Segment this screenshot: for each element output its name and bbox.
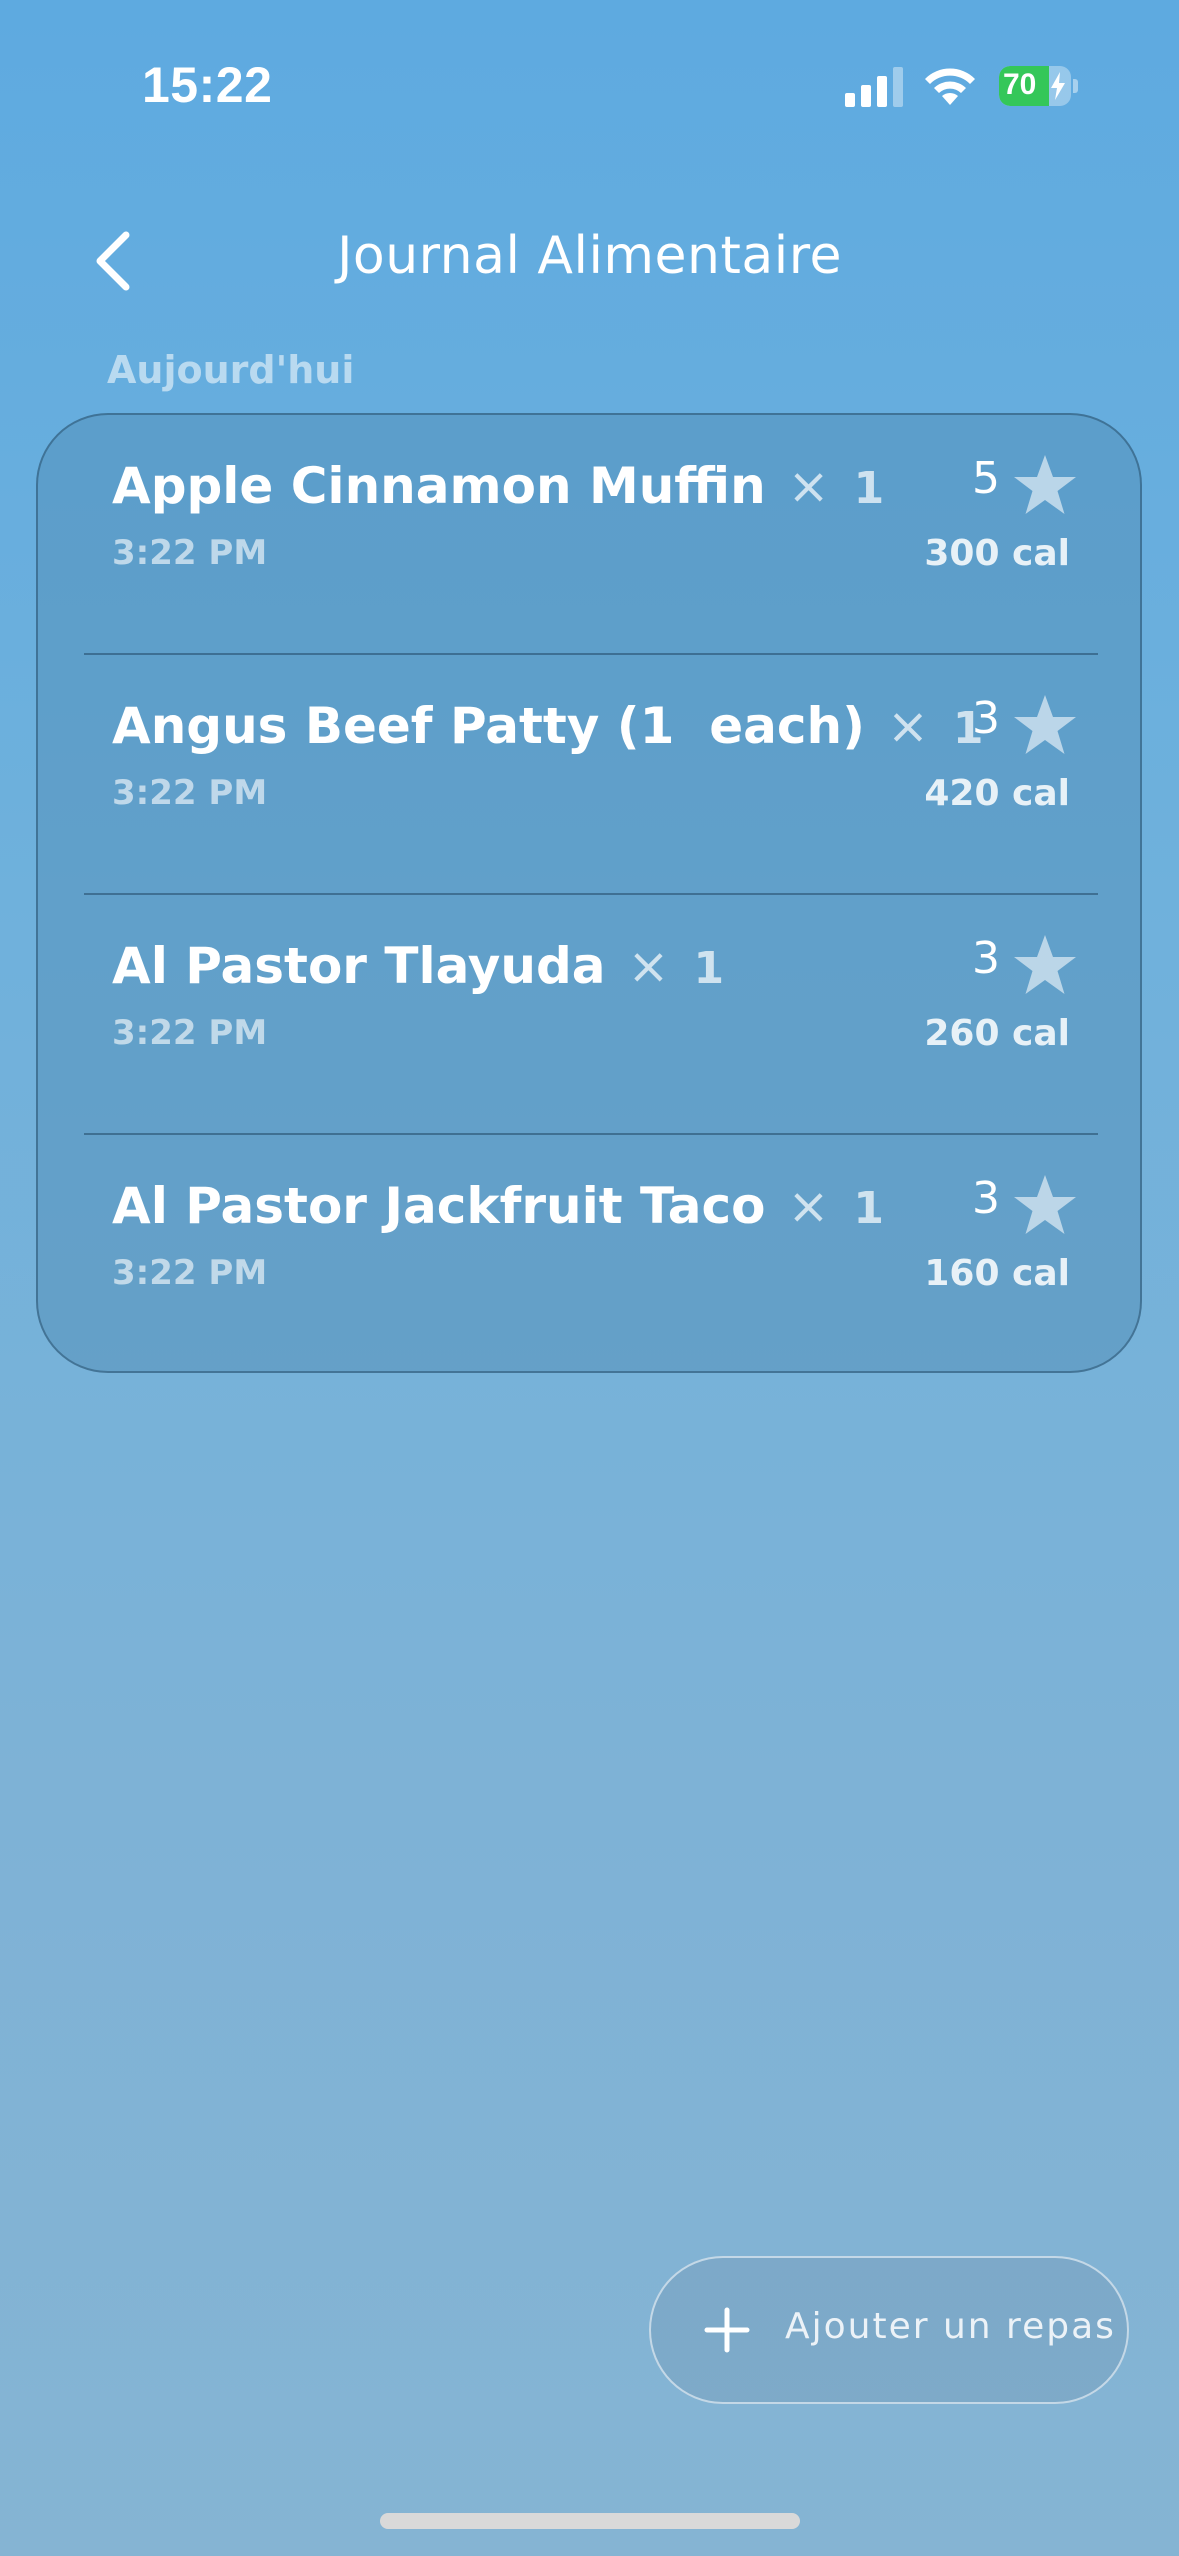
charging-bolt-icon: [1051, 72, 1065, 100]
rating-value: 3: [972, 692, 1000, 744]
meal-item[interactable]: Angus Beef Patty (1 each) × 1 3:22 PM 3 42…: [38, 655, 1144, 895]
meal-calories: 160 cal: [924, 1253, 1070, 1294]
add-meal-button[interactable]: Ajouter un repas: [649, 2256, 1129, 2404]
meal-item[interactable]: Al Pastor Jackfruit Taco × 1 3:22 PM 3 160…: [38, 1135, 1144, 1375]
status-bar: 15:22 70: [0, 0, 1179, 150]
multiplier-sign: ×: [787, 1177, 830, 1235]
meal-quantity: 1: [693, 943, 725, 994]
multiplier-sign: ×: [886, 697, 929, 755]
rating-value: 3: [972, 1172, 1000, 1224]
page-title: Journal Alimentaire: [337, 226, 842, 286]
wifi-icon: [925, 68, 975, 105]
star-icon: [1014, 1175, 1076, 1234]
meal-name: Apple Cinnamon Muffin: [112, 457, 766, 515]
meal-rating: 3: [972, 1173, 1078, 1237]
meal-calories: 420 cal: [924, 773, 1070, 814]
star-icon: [1014, 455, 1076, 514]
meal-list-card: Apple Cinnamon Muffin × 1 3:22 PM 5 300 ca…: [36, 413, 1142, 1373]
meal-name: Al Pastor Jackfruit Taco: [112, 1177, 766, 1235]
rating-value: 3: [972, 932, 1000, 984]
status-time: 15:22: [142, 57, 273, 113]
meal-item[interactable]: Apple Cinnamon Muffin × 1 3:22 PM 5 300 ca…: [38, 415, 1144, 655]
section-label-today: Aujourd'hui: [107, 348, 355, 392]
star-icon: [1014, 935, 1076, 994]
meal-name: Al Pastor Tlayuda: [112, 937, 606, 995]
meal-calories: 300 cal: [924, 533, 1070, 574]
add-meal-label: Ajouter un repas: [785, 2306, 1116, 2347]
star-icon: [1014, 695, 1076, 754]
meal-rating: 3: [972, 693, 1078, 757]
meal-calories: 260 cal: [924, 1013, 1070, 1054]
rating-value: 5: [972, 452, 1000, 504]
plus-icon: [704, 2307, 750, 2353]
home-indicator[interactable]: [380, 2513, 800, 2529]
meal-name-line: Apple Cinnamon Muffin × 1: [112, 457, 884, 515]
meal-rating: 3: [972, 933, 1078, 997]
meal-name-line: Al Pastor Jackfruit Taco × 1: [112, 1177, 884, 1235]
signal-icon: [845, 67, 903, 107]
meal-quantity: 1: [853, 463, 885, 514]
meal-time: 3:22 PM: [112, 533, 268, 573]
meal-name: Angus Beef Patty (1 each): [112, 697, 865, 755]
multiplier-sign: ×: [787, 457, 830, 515]
meal-name-line: Angus Beef Patty (1 each) × 1: [112, 697, 984, 755]
multiplier-sign: ×: [627, 937, 670, 995]
meal-time: 3:22 PM: [112, 1013, 268, 1053]
meal-quantity: 1: [853, 1183, 884, 1234]
battery-icon: 70: [999, 66, 1079, 106]
meal-rating: 5: [972, 453, 1078, 517]
battery-body: 70: [999, 66, 1071, 106]
meal-item[interactable]: Al Pastor Tlayuda × 1 3:22 PM 3 260 cal: [38, 895, 1144, 1135]
battery-level: 70: [1003, 68, 1037, 101]
battery-cap: [1073, 79, 1078, 93]
meal-time: 3:22 PM: [112, 773, 268, 813]
meal-time: 3:22 PM: [112, 1253, 268, 1293]
meal-name-line: Al Pastor Tlayuda × 1: [112, 937, 724, 995]
